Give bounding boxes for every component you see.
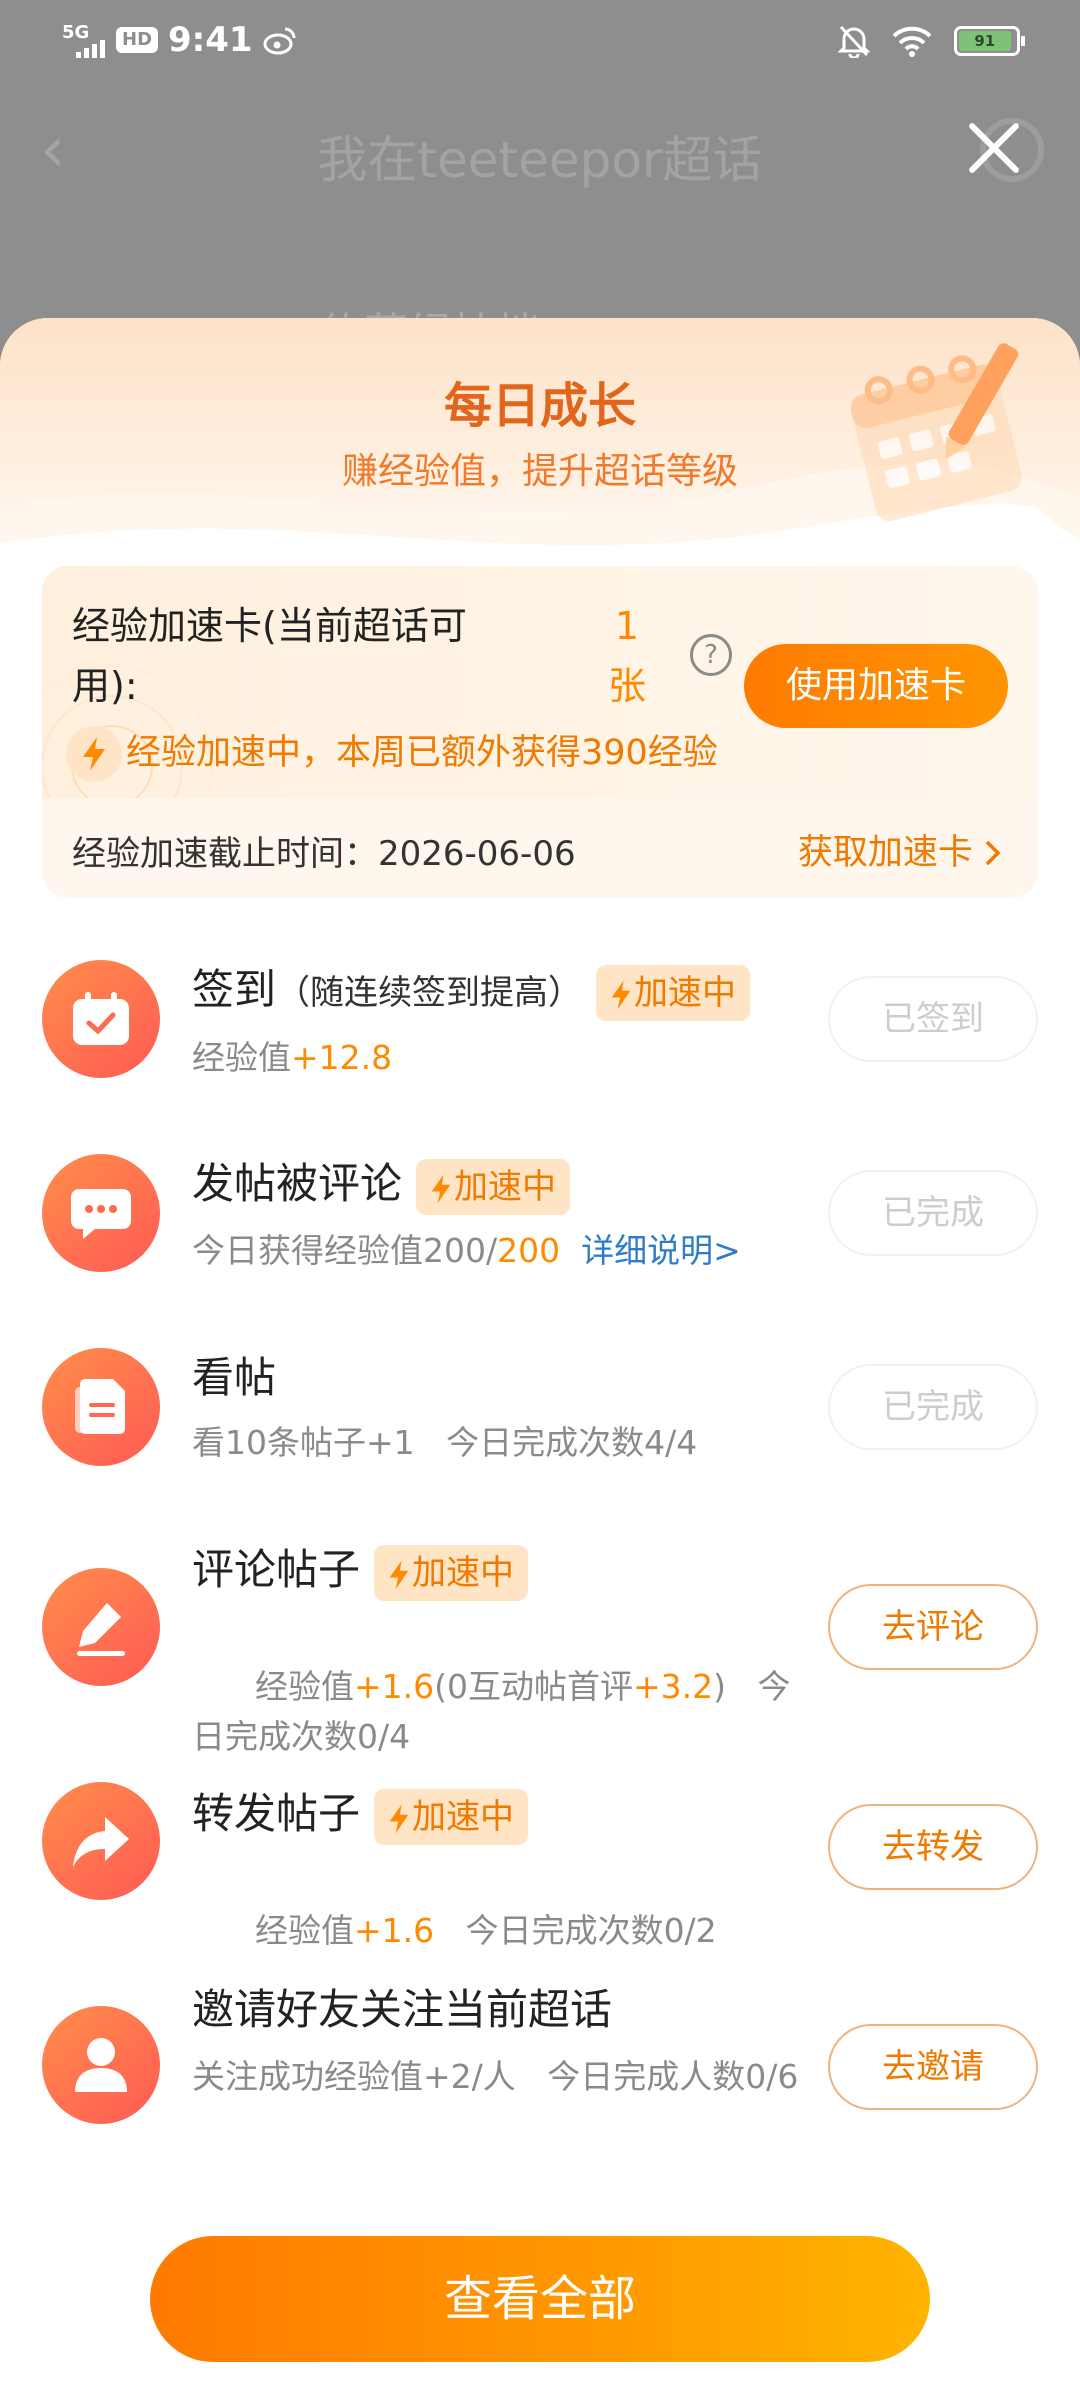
speed-card-panel: 经验加速卡(当前超话可用): 1 张 ? 使用加速卡 经验加速中，本周已额外获得… [42,566,1038,898]
task-note: （随连续签到提高） [276,973,583,1013]
cellular-signal-icon: 5G [62,20,106,60]
go-comment-button[interactable]: 去评论 [828,1584,1038,1670]
get-speed-card-link[interactable]: 获取加速卡 [798,824,1002,875]
task-title: 看帖 [192,1353,277,1402]
task-description: 看10条帖子+1 今日完成次数4/4 [192,1423,698,1462]
calendar-illustration-icon [850,343,1022,522]
status-bar: 5G HD 9:41 91 [0,0,1080,84]
speeding-badge: 加速中 [596,964,751,1021]
task-title: 邀请好友关注当前超话 [192,1985,613,2034]
task-title: 签到 [192,965,277,1014]
lightning-icon [389,1560,409,1589]
task-title: 转发帖子 [192,1789,361,1838]
mute-bell-icon [838,25,870,58]
weibo-icon [263,27,296,55]
task-title: 发帖被评论 [192,1159,403,1208]
task-title: 评论帖子 [192,1545,361,1594]
edit-pen-icon [42,1568,160,1686]
completed-button[interactable]: 已完成 [828,1170,1038,1256]
share-arrow-icon [42,1782,160,1900]
task-description: 经验值+12.8 [192,1038,393,1077]
go-invite-button[interactable]: 去邀请 [828,2024,1038,2110]
task-description: 经验值+1.6(0互动帖首评+3.2) 今日完成次数0/4 [192,1667,791,1756]
help-icon[interactable]: ? [690,634,732,676]
speed-deadline-row: 经验加速截止时间：2026-06-06 获取加速卡 [42,798,1038,898]
view-all-button[interactable]: 查看全部 [150,2236,930,2362]
completed-button[interactable]: 已完成 [828,1364,1038,1450]
deadline-label: 经验加速截止时间： [72,834,378,874]
speed-card-count: 1 张 [607,604,646,708]
lightning-icon [66,726,122,782]
chevron-right-icon [985,840,1001,866]
background-page-title: 我在teeteepor超话 [317,131,763,189]
speeding-badge: 加速中 [374,1544,529,1601]
speeding-badge: 加速中 [374,1788,529,1845]
speed-card-label: 经验加速卡(当前超话可用): [72,604,467,708]
lightning-icon [611,980,631,1009]
lightning-icon [431,1174,451,1203]
task-description: 今日获得经验值200/200 详细说明> [192,1231,741,1270]
signed-in-button[interactable]: 已签到 [828,976,1038,1062]
document-icon [42,1348,160,1466]
go-repost-button[interactable]: 去转发 [828,1804,1038,1890]
chat-bubble-icon [42,1154,160,1272]
wifi-icon [892,26,932,57]
calendar-check-icon [42,960,160,1078]
hd-icon: HD [116,27,159,53]
battery-level: 91 [959,31,1011,51]
sheet-header: 每日成长 赚经验值，提升超话等级 [0,318,1080,578]
user-icon [42,2006,160,2124]
task-description: 关注成功经验值+2/人 今日完成人数0/6 [192,2057,799,2096]
use-speed-card-button[interactable]: 使用加速卡 [744,644,1008,728]
clock: 9:41 [168,20,253,60]
lightning-icon [389,1804,409,1833]
battery-icon: 91 [954,26,1025,56]
daily-growth-sheet: 每日成长 赚经验值，提升超话等级 经验加速卡(当前超话可用): 1 张 ? 使用… [0,318,1080,2408]
speeding-badge: 加速中 [416,1158,571,1215]
deadline-value: 2026-06-06 [378,834,576,874]
speed-status-message: 经验加速中，本周已额外获得390经验 [126,733,718,773]
details-link[interactable]: 详细说明> [581,1231,741,1270]
close-icon[interactable] [964,118,1024,178]
